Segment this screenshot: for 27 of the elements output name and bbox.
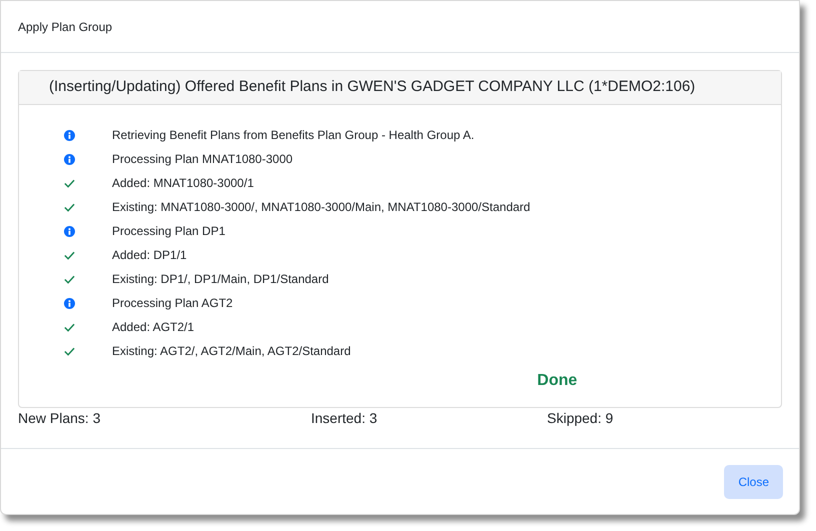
log-message: Existing: DP1/, DP1/Main, DP1/Standard xyxy=(112,271,329,288)
stat-text: Inserted: 3 xyxy=(311,408,378,428)
log-message: Added: MNAT1080-3000/1 xyxy=(112,175,254,192)
info-icon xyxy=(64,154,75,164)
dialog-title: Apply Plan Group xyxy=(18,18,112,36)
check-icon xyxy=(64,322,75,332)
log-message: Processing Plan AGT2 xyxy=(112,295,233,312)
check-icon xyxy=(64,178,75,188)
close-button[interactable]: Close xyxy=(724,464,783,498)
stat-text: Skipped: 9 xyxy=(547,408,614,428)
log-message: Added: DP1/1 xyxy=(112,247,187,264)
info-icon xyxy=(64,130,75,140)
check-icon xyxy=(64,274,75,284)
log-message: Existing: AGT2/, AGT2/Main, AGT2/Standard xyxy=(112,343,351,360)
log-message: Added: AGT2/1 xyxy=(112,319,194,336)
log-message: Processing Plan MNAT1080-3000 xyxy=(112,151,293,168)
log-message: Retrieving Benefit Plans from Benefits Plan Group - Health Group A. xyxy=(112,127,474,144)
info-icon xyxy=(64,298,75,308)
log-message: Existing: MNAT1080-3000/, MNAT1080-3000/Main, MNAT1080-3000/Standard xyxy=(112,199,530,216)
status-text: Done xyxy=(537,372,578,389)
check-icon xyxy=(64,346,75,356)
check-icon xyxy=(64,250,75,260)
info-icon xyxy=(64,226,75,236)
log-message: Processing Plan DP1 xyxy=(112,223,226,240)
stat-text: New Plans: 3 xyxy=(18,408,102,428)
panel-title: (Inserting/Updating) Offered Benefit Plans in GWEN'S GADGET COMPANY LLC (1*DEMO2:106) xyxy=(49,77,696,98)
check-icon xyxy=(64,202,75,212)
